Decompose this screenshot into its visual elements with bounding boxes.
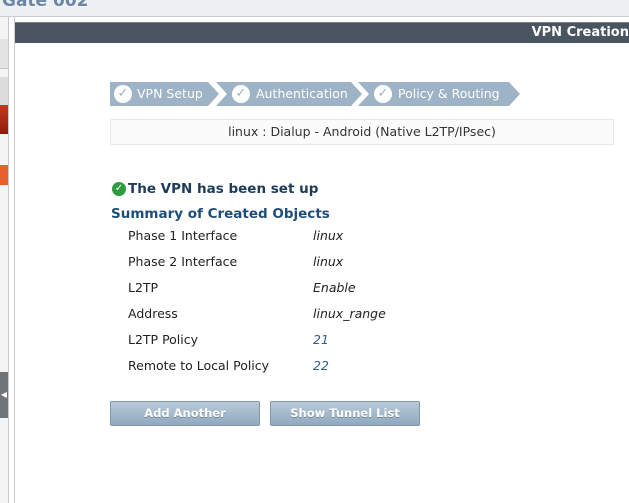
row-label: Phase 1 Interface bbox=[128, 228, 238, 243]
step-label: Authentication bbox=[256, 86, 348, 101]
step-label: Policy & Routing bbox=[398, 86, 500, 101]
remote-local-policy-link[interactable]: 22 bbox=[313, 358, 329, 373]
row-label: Address bbox=[128, 306, 178, 321]
step-policy-routing: ✓ Policy & Routing bbox=[358, 82, 520, 106]
window-title: Gate 002 bbox=[2, 0, 89, 11]
step-authentication: ✓ Authentication bbox=[216, 82, 362, 106]
add-another-button[interactable]: Add Another bbox=[110, 401, 260, 426]
status-text: The VPN has been set up bbox=[128, 181, 319, 197]
row-label: Phase 2 Interface bbox=[128, 254, 238, 269]
show-tunnel-list-button[interactable]: Show Tunnel List bbox=[270, 401, 420, 426]
row-value: linux bbox=[313, 254, 344, 269]
success-check-icon: ✓ bbox=[112, 182, 126, 196]
page-title: VPN Creation bbox=[531, 25, 629, 40]
row-label: L2TP bbox=[128, 280, 159, 295]
sidebar-item[interactable] bbox=[0, 77, 8, 105]
check-icon: ✓ bbox=[114, 85, 132, 103]
check-icon: ✓ bbox=[374, 85, 392, 103]
summary-row-remote-local-policy: Remote to Local Policy 22 bbox=[128, 355, 548, 375]
row-label: Remote to Local Policy bbox=[128, 358, 270, 373]
vpn-name-display: linux : Dialup - Android (Native L2TP/IP… bbox=[110, 119, 614, 145]
row-value: linux bbox=[313, 228, 344, 243]
summary-row-l2tp-policy: L2TP Policy 21 bbox=[128, 329, 548, 349]
summary-title: Summary of Created Objects bbox=[111, 206, 330, 222]
window-title-bar: Gate 002 bbox=[0, 0, 629, 17]
row-value: linux_range bbox=[313, 306, 386, 321]
sidebar-highlight[interactable] bbox=[0, 105, 8, 134]
summary-row-phase1: Phase 1 Interface linux bbox=[128, 225, 548, 245]
check-icon: ✓ bbox=[232, 85, 250, 103]
step-label: VPN Setup bbox=[137, 86, 203, 101]
sidebar-badge bbox=[0, 165, 8, 185]
page-header: VPN Creation bbox=[15, 22, 629, 43]
summary-row-phase2: Phase 2 Interface linux bbox=[128, 251, 548, 271]
sidebar-item[interactable] bbox=[0, 39, 8, 69]
step-vpn-setup: ✓ VPN Setup bbox=[110, 82, 219, 106]
summary-row-address: Address linux_range bbox=[128, 303, 548, 323]
row-label: L2TP Policy bbox=[128, 332, 199, 347]
collapse-arrow-icon[interactable]: ◀ bbox=[0, 372, 8, 418]
main-content: ✓ VPN Setup ✓ Authentication ✓ Policy & … bbox=[15, 43, 629, 503]
l2tp-policy-link[interactable]: 21 bbox=[313, 332, 329, 347]
summary-row-l2tp: L2TP Enable bbox=[128, 277, 548, 297]
left-sidebar-strip: ◀ bbox=[0, 17, 9, 503]
row-value: Enable bbox=[313, 280, 356, 295]
